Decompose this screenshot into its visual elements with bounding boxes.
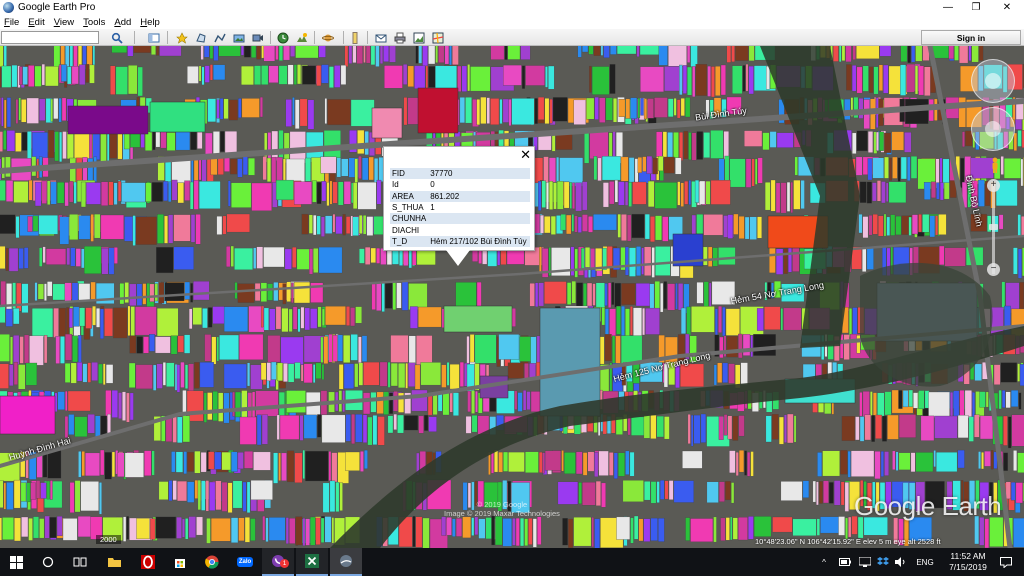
zoom-out-button[interactable]: − bbox=[987, 263, 1000, 276]
file-explorer-icon[interactable] bbox=[98, 548, 130, 576]
viber-notification-badge: 1 bbox=[280, 559, 289, 568]
record-tour-icon[interactable] bbox=[251, 31, 265, 44]
view-in-maps-icon[interactable] bbox=[431, 31, 445, 44]
sidebar-toggle-icon[interactable] bbox=[147, 31, 161, 44]
table-row: S_THUA 1 bbox=[390, 202, 530, 213]
excel-icon[interactable] bbox=[296, 548, 328, 576]
window-titlebar: Google Earth Pro — ❐ ✕ bbox=[0, 0, 1024, 15]
feature-info-balloon: ✕ FID 37770 Id 0 AREA 861.202 S_THUA 1 CHUNH… bbox=[383, 146, 535, 266]
input-language[interactable]: ENG bbox=[914, 548, 936, 576]
sunlight-icon[interactable] bbox=[295, 31, 309, 44]
placemark-icon[interactable] bbox=[175, 31, 189, 44]
coordinates-status-bar: 10°48'23.06" N 106°42'15.92" E elev 5 m … bbox=[755, 537, 941, 546]
close-icon[interactable]: ✕ bbox=[520, 148, 531, 161]
attribute-value: Hẻm 217/102 Bùi Đình Túy bbox=[428, 235, 530, 248]
print-icon[interactable] bbox=[393, 31, 407, 44]
menu-file[interactable]: File bbox=[4, 17, 19, 28]
attribute-value: 861.202 bbox=[428, 190, 530, 202]
look-joystick[interactable] bbox=[971, 59, 1015, 103]
imagery-copyright: © 2019 Google Image © 2019 Maxar Technol… bbox=[444, 500, 560, 518]
attribute-table: FID 37770 Id 0 AREA 861.202 S_THUA 1 CHUNHA … bbox=[390, 168, 530, 248]
google-earth-app-icon bbox=[3, 2, 14, 13]
system-clock[interactable]: 11:52 AM 7/15/2019 bbox=[940, 551, 996, 573]
table-row: AREA 861.202 bbox=[390, 190, 530, 202]
attribute-value: 1 bbox=[430, 203, 435, 213]
zoom-in-button[interactable]: + bbox=[987, 179, 1000, 192]
ruler-icon[interactable] bbox=[348, 31, 362, 44]
network-icon[interactable] bbox=[858, 548, 872, 576]
menu-add[interactable]: Add bbox=[114, 17, 131, 28]
search-input[interactable] bbox=[1, 31, 99, 44]
opera-icon[interactable] bbox=[132, 548, 164, 576]
aerial-imagery-with-parcel-overlay[interactable] bbox=[0, 46, 1024, 548]
battery-icon[interactable] bbox=[838, 548, 852, 576]
windows-start-icon[interactable] bbox=[0, 548, 32, 576]
attribute-key: T_D bbox=[390, 235, 429, 248]
path-icon[interactable] bbox=[213, 31, 227, 44]
menu-view[interactable]: View bbox=[54, 17, 74, 28]
polygon-icon[interactable] bbox=[194, 31, 208, 44]
save-image-icon[interactable] bbox=[412, 31, 426, 44]
google-earth-watermark: Google Earth bbox=[854, 491, 1002, 521]
attribute-key: Id bbox=[392, 180, 399, 190]
image-overlay-icon[interactable] bbox=[232, 31, 246, 44]
attribute-key: FID bbox=[390, 168, 429, 180]
sign-in-button[interactable]: Sign in bbox=[921, 30, 1021, 45]
attribute-value: 0 bbox=[430, 180, 435, 190]
zoom-slider-thumb[interactable] bbox=[989, 224, 998, 230]
tray-overflow-icon[interactable]: ^ bbox=[818, 548, 830, 576]
zalo-icon[interactable]: Zalo bbox=[229, 548, 261, 576]
attribute-value: 37770 bbox=[428, 168, 530, 180]
street-view-pegman-icon[interactable] bbox=[990, 157, 1000, 173]
table-row: FID 37770 bbox=[390, 168, 530, 180]
email-icon[interactable] bbox=[374, 31, 388, 44]
viber-icon[interactable]: 1 bbox=[262, 548, 294, 576]
chrome-icon[interactable] bbox=[196, 548, 228, 576]
navigation-controls: + − bbox=[968, 59, 1020, 289]
attribute-key: AREA bbox=[390, 190, 429, 202]
google-earth-icon[interactable] bbox=[330, 548, 362, 576]
attribute-value bbox=[428, 224, 530, 235]
menu-tools[interactable]: Tools bbox=[83, 17, 105, 28]
table-row: Id 0 bbox=[390, 179, 530, 190]
toolbar: Sign in bbox=[0, 29, 1024, 46]
attribute-key: DIACHI bbox=[392, 225, 420, 235]
attribute-value bbox=[428, 213, 530, 225]
historical-imagery-icon[interactable] bbox=[276, 31, 290, 44]
table-row: T_D Hẻm 217/102 Bùi Đình Túy bbox=[390, 235, 530, 248]
dropbox-icon[interactable] bbox=[876, 548, 890, 576]
earth-3d-viewer[interactable]: Bùi Đình Túy Huỳnh Đình Hai Hẻm 125 Nơ T… bbox=[0, 46, 1024, 548]
attribute-key: S_THUA bbox=[392, 203, 424, 213]
window-title: Google Earth Pro bbox=[18, 2, 96, 13]
table-row: DIACHI bbox=[390, 224, 530, 235]
notifications-icon[interactable] bbox=[996, 548, 1016, 576]
move-joystick[interactable] bbox=[971, 107, 1015, 151]
menu-help[interactable]: Help bbox=[140, 17, 160, 28]
table-row: CHUNHA bbox=[390, 213, 530, 225]
attribute-key: CHUNHA bbox=[390, 213, 429, 225]
historical-imagery-year[interactable]: 2000 bbox=[96, 535, 121, 544]
planets-icon[interactable] bbox=[321, 31, 335, 44]
store-icon[interactable] bbox=[164, 548, 196, 576]
menu-edit[interactable]: Edit bbox=[28, 17, 44, 28]
task-view-icon[interactable] bbox=[64, 548, 96, 576]
search-icon[interactable] bbox=[110, 31, 124, 44]
volume-icon[interactable] bbox=[894, 548, 908, 576]
menu-bar: File Edit View Tools Add Help bbox=[0, 15, 1024, 29]
cortana-search-icon[interactable] bbox=[32, 548, 64, 576]
minimize-button[interactable]: — bbox=[933, 0, 963, 15]
windows-taskbar: Zalo 1 ^ ENG 11:52 AM 7/15/2019 bbox=[0, 548, 1024, 576]
close-window-button[interactable]: ✕ bbox=[992, 0, 1022, 15]
maximize-button[interactable]: ❐ bbox=[961, 0, 991, 15]
